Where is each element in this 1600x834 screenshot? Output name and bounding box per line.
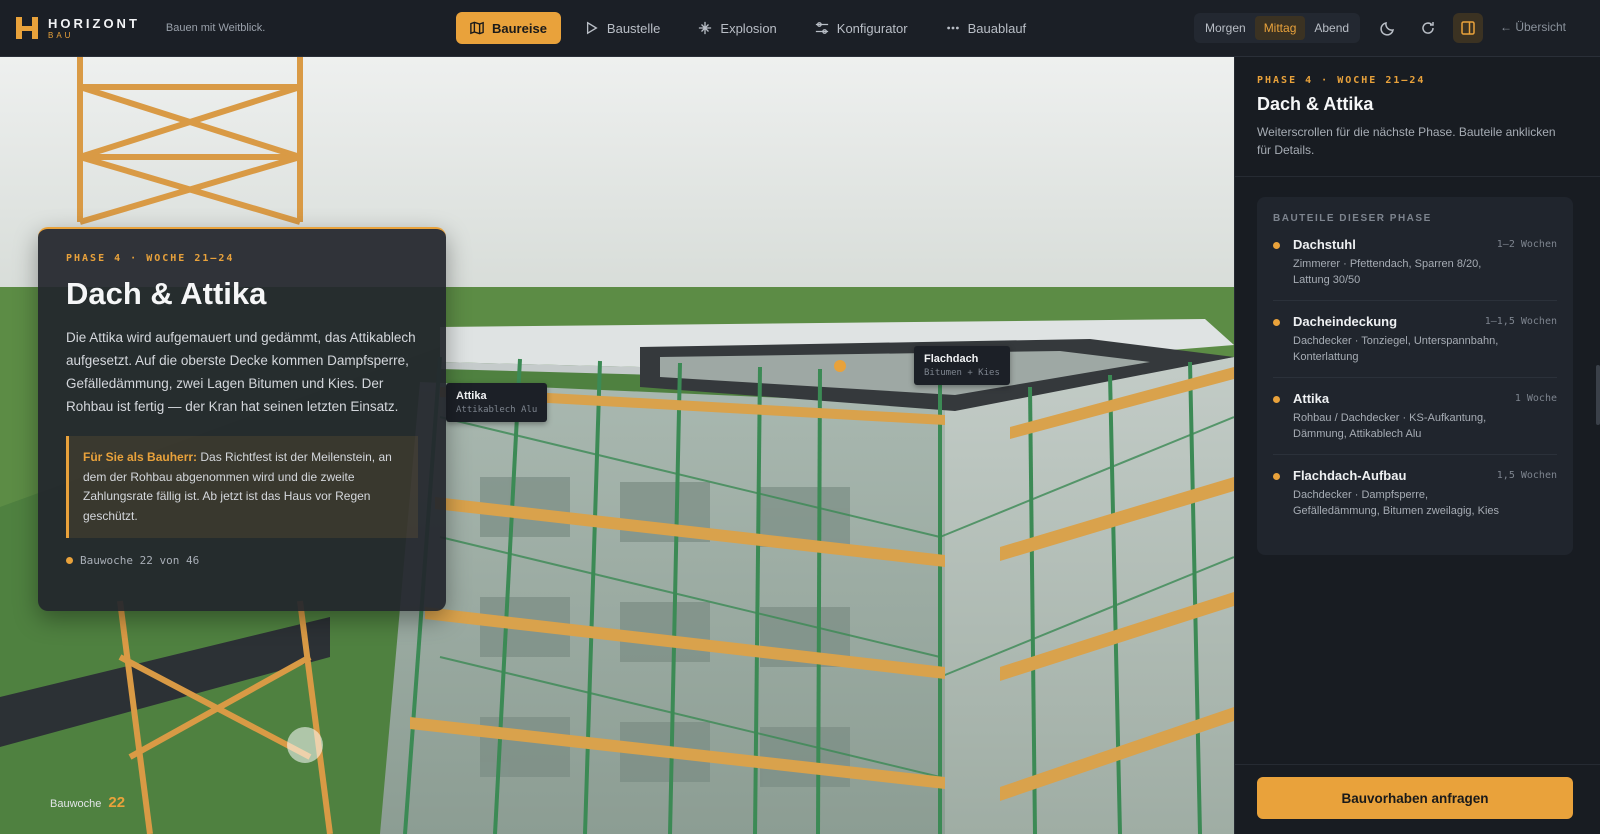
sidebar-footer: Bauvorhaben anfragen — [1235, 764, 1600, 834]
part-duration: 1–2 Wochen — [1496, 239, 1557, 250]
sidebar-phase: PHASE 4 · WOCHE 21–24 — [1257, 75, 1426, 86]
scene-viewport[interactable]: Flachdach Bitumen + Kies Attika Attikabl… — [0, 57, 1234, 834]
week-counter: Bauwoche 22 — [50, 794, 125, 811]
parts-list: BAUTEILE DIESER PHASE Dachstuhl 1–2 Woch… — [1257, 197, 1573, 555]
nav-label: Bauablauf — [967, 20, 1027, 36]
main-nav: Baureise Baustelle Explosion Konfigurato… — [456, 12, 1040, 44]
dots-icon — [946, 26, 959, 30]
part-item-attika[interactable]: Attika 1 Woche Rohbau / Dachdecker · KS-… — [1273, 378, 1557, 455]
week-counter-value: 22 — [108, 794, 126, 811]
top-bar: HORIZONT BAU Bauen mit Weitblick. Baurei… — [0, 0, 1600, 57]
attika-title: Attika — [456, 390, 487, 402]
sidebar-title: Dach & Attika — [1257, 94, 1374, 114]
attika-label[interactable]: Attika Attikablech Alu — [446, 383, 548, 422]
card-body: Die Attika wird aufgemauert und gedämmt,… — [66, 330, 416, 414]
time-of-day-toggle: Morgen Mittag Abend — [1194, 13, 1361, 43]
card-week-text: Bauwoche 22 von 46 — [80, 554, 200, 567]
sparkle-icon — [699, 21, 712, 35]
nav-label: Explosion — [720, 20, 777, 36]
card-week: Bauwoche 22 von 46 — [66, 554, 418, 567]
brand-name: HORIZONT — [48, 15, 140, 31]
night-mode-button[interactable] — [1373, 13, 1403, 43]
part-item-dachstuhl[interactable]: Dachstuhl 1–2 Wochen Zimmerer · Pfettend… — [1273, 224, 1557, 301]
part-duration: 1 Woche — [1514, 393, 1557, 404]
status-dot-icon — [1273, 396, 1280, 403]
nav-bauablauf[interactable]: Bauablauf — [932, 12, 1041, 44]
part-item-dacheindeckung[interactable]: Dacheindeckung 1–1,5 Wochen Dachdecker ·… — [1273, 301, 1557, 378]
part-item-flachdach-aufbau[interactable]: Flachdach-Aufbau 1,5 Wochen Dachdecker ·… — [1273, 455, 1557, 531]
status-dot-icon — [1273, 319, 1280, 326]
part-desc: Dachdecker · Dampfsperre, Gefälledämmung… — [1293, 489, 1500, 517]
refresh-icon — [1422, 22, 1434, 34]
nav-label: Baustelle — [606, 20, 661, 36]
tod-mittag[interactable]: Mittag — [1254, 16, 1306, 40]
parts-heading: BAUTEILE DIESER PHASE — [1273, 213, 1432, 224]
attika-sub: Attikablech Alu — [456, 405, 538, 415]
status-dot-icon — [1273, 473, 1280, 480]
flachdach-sub: Bitumen + Kies — [924, 368, 1000, 378]
reset-view-button[interactable] — [1413, 13, 1443, 43]
request-project-button[interactable]: Bauvorhaben anfragen — [1257, 777, 1573, 819]
week-counter-label: Bauwoche — [50, 798, 102, 810]
owner-note-label: Für Sie als Bauherr: — [83, 450, 198, 464]
brand[interactable]: HORIZONT BAU — [14, 15, 140, 41]
sidebar-hint: Weiterscrollen für die nächste Phase. Ba… — [1257, 125, 1556, 157]
status-dot-icon — [66, 557, 73, 564]
status-dot-icon — [1273, 242, 1280, 249]
play-icon — [586, 21, 598, 35]
sliders-icon — [815, 22, 828, 34]
part-desc: Zimmerer · Pfettendach, Sparren 8/20, La… — [1293, 258, 1482, 286]
phase-info-card: PHASE 4 · WOCHE 21–24 Dach & Attika Die … — [38, 227, 446, 611]
part-duration: 1,5 Wochen — [1496, 470, 1557, 481]
logo-icon — [14, 15, 40, 41]
card-phase: PHASE 4 · WOCHE 21–24 — [66, 253, 235, 264]
nav-baureise[interactable]: Baureise — [456, 12, 561, 44]
map-icon — [470, 21, 484, 35]
part-desc: Rohbau / Dachdecker · KS-Aufkantung, Däm… — [1293, 412, 1487, 440]
tod-morgen[interactable]: Morgen — [1196, 16, 1255, 40]
sidebar-header: PHASE 4 · WOCHE 21–24 Dach & Attika Weit… — [1235, 57, 1600, 177]
nav-label: Baureise — [492, 20, 547, 36]
brand-sub: BAU — [48, 30, 74, 40]
card-title: Dach & Attika — [66, 276, 267, 311]
moon-icon — [1380, 22, 1394, 36]
scrollbar-thumb[interactable] — [1596, 365, 1600, 425]
sidebar-panel-icon — [1461, 21, 1475, 35]
flachdach-label[interactable]: Flachdach Bitumen + Kies — [914, 346, 1010, 385]
nav-explosion[interactable]: Explosion — [684, 12, 790, 44]
part-desc: Dachdecker · Tonziegel, Unterspannbahn, … — [1293, 335, 1499, 363]
tagline: Bauen mit Weitblick. — [165, 22, 266, 34]
owner-note: Für Sie als Bauherr: Das Richtfest ist d… — [66, 436, 418, 538]
nav-konfigurator[interactable]: Konfigurator — [801, 12, 922, 44]
overview-link[interactable]: ← Übersicht — [1500, 20, 1566, 34]
panel-toggle-button[interactable] — [1453, 13, 1483, 43]
tod-abend[interactable]: Abend — [1305, 16, 1358, 40]
nav-baustelle[interactable]: Baustelle — [571, 12, 674, 44]
nav-label: Konfigurator — [836, 20, 908, 36]
phase-sidebar: PHASE 4 · WOCHE 21–24 Dach & Attika Weit… — [1234, 57, 1600, 834]
flachdach-title: Flachdach — [924, 353, 979, 365]
part-duration: 1–1,5 Wochen — [1484, 316, 1557, 327]
